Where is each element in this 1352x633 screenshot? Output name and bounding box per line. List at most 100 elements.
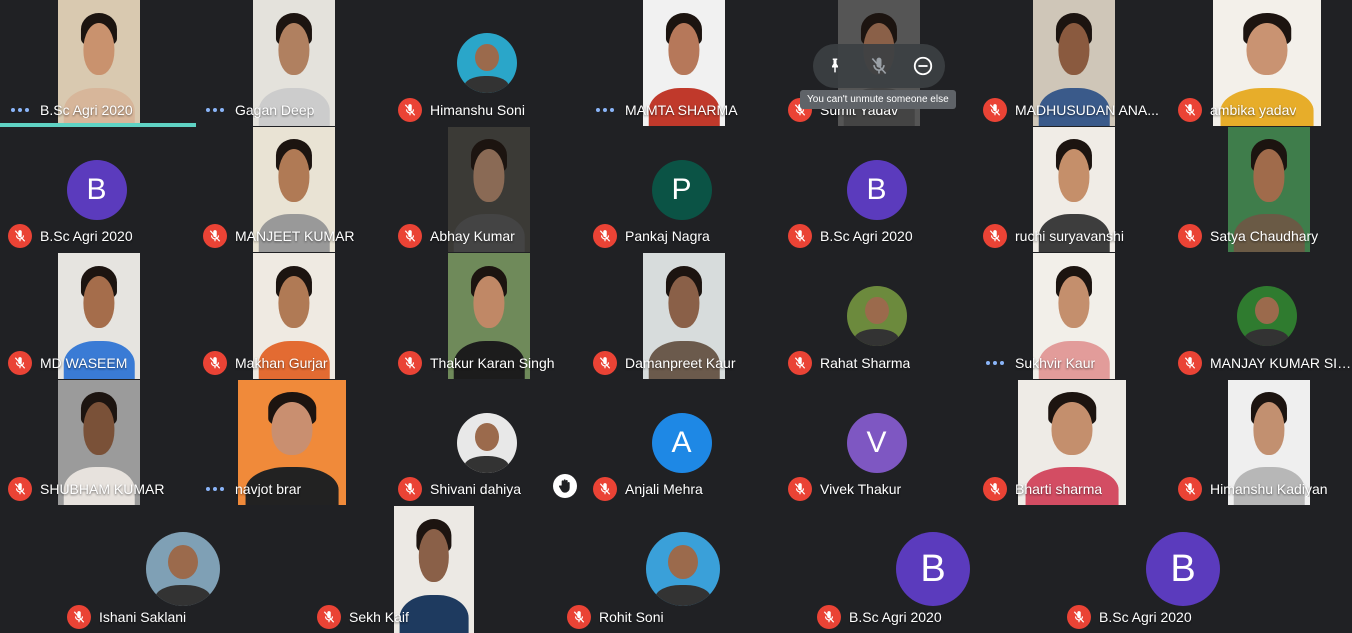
participant-label: Anjali Mehra [593, 477, 703, 501]
participant-name: Ishani Saklani [99, 609, 187, 625]
mic-muted-icon [983, 97, 1007, 122]
participant-tile[interactable]: Satya Chaudhary [1170, 126, 1352, 252]
participant-tile[interactable]: SHUBHAM KUMAR [0, 379, 193, 505]
participant-tile[interactable]: Ishani Saklani [59, 506, 307, 633]
participant-label: Rohit Soni [567, 605, 664, 629]
participant-name: Pankaj Nagra [625, 228, 710, 244]
active-speaker-indicator [0, 123, 196, 127]
participant-label: Makhan Gurjar [203, 350, 328, 375]
avatar [146, 532, 220, 606]
participant-label: Sukhvir Kaur [983, 351, 1095, 375]
mic-muted-icon [788, 477, 812, 501]
participant-tile[interactable]: B B.Sc Agri 2020 [1059, 506, 1307, 633]
participant-label: SHUBHAM KUMAR [8, 477, 164, 501]
participant-tile[interactable]: Sukhvir Kaur [975, 253, 1168, 379]
participant-name: Damanpreet Kaur [625, 354, 736, 371]
mic-muted-icon [593, 477, 617, 501]
raised-hand-icon [553, 474, 577, 498]
participant-label: Shivani dahiya [398, 477, 521, 501]
participant-tile[interactable]: P Pankaj Nagra [585, 126, 778, 252]
participant-tile[interactable]: Damanpreet Kaur [585, 253, 778, 379]
participant-label: Damanpreet Kaur [593, 350, 736, 375]
mic-off-icon[interactable] [865, 52, 893, 80]
mic-muted-icon [1178, 477, 1202, 501]
participant-tile[interactable]: MANJAY KUMAR SIN... [1170, 253, 1352, 379]
mic-muted-icon [398, 97, 422, 122]
avatar [646, 532, 720, 606]
participant-name: Satya Chaudhary [1210, 228, 1319, 244]
participant-tile[interactable]: ambika yadav [1170, 0, 1352, 126]
participant-tile[interactable]: Thakur Karan Singh [390, 253, 583, 379]
participant-tile[interactable]: MD WASEEM [0, 253, 193, 379]
participant-name: Rohit Soni [599, 609, 664, 625]
participant-name: Bharti sharma [1015, 481, 1103, 497]
avatar: B [66, 159, 127, 220]
avatar [1236, 286, 1297, 346]
mic-muted-icon [817, 605, 841, 629]
participant-label: B.Sc Agri 2020 [8, 224, 133, 248]
participant-label: B.Sc Agri 2020 [817, 605, 942, 629]
mic-muted-icon [398, 224, 422, 248]
participant-label: Pankaj Nagra [593, 224, 710, 248]
participant-tile[interactable]: MANJEET KUMAR [195, 126, 388, 252]
participant-label: Rahat Sharma [788, 350, 910, 375]
participant-tile[interactable]: Bharti sharma [975, 379, 1168, 505]
participant-label: Satya Chaudhary [1178, 224, 1318, 248]
participant-hover-controls[interactable] [813, 44, 945, 88]
participant-name: Himanshu Kadiyan [1210, 481, 1328, 497]
speaking-indicator-icon [203, 477, 227, 501]
participant-tile[interactable]: navjot brar [195, 379, 388, 505]
mic-muted-icon [1178, 97, 1202, 122]
participant-tile[interactable]: Rahat Sharma [780, 253, 973, 379]
participant-tile[interactable]: Makhan Gurjar [195, 253, 388, 379]
avatar [846, 286, 907, 346]
participant-name: SHUBHAM KUMAR [40, 481, 165, 497]
avatar: B [896, 532, 970, 606]
participant-name: ambika yadav [1210, 101, 1297, 118]
participant-name: B.Sc Agri 2020 [849, 609, 942, 625]
pin-icon[interactable] [821, 52, 849, 80]
participant-tile[interactable]: Sekh Kaif [309, 506, 557, 633]
participant-tile[interactable]: Gagan Deep [195, 0, 388, 126]
participant-name: Thakur Karan Singh [430, 354, 555, 371]
participant-label: MD WASEEM [8, 350, 127, 375]
mic-muted-icon [1178, 224, 1202, 248]
unmute-tooltip: You can't unmute someone else [800, 90, 956, 109]
participant-label: MAMTA SHARMA [593, 98, 738, 122]
avatar: B [1146, 532, 1220, 606]
mic-muted-icon [203, 350, 227, 375]
participant-tile[interactable]: B B.Sc Agri 2020 [0, 126, 193, 252]
participant-name: Vivek Thakur [820, 481, 902, 497]
mic-muted-icon [1178, 350, 1202, 375]
avatar: P [651, 159, 712, 220]
participant-tile[interactable]: Rohit Soni [559, 506, 807, 633]
participant-tile[interactable]: V Vivek Thakur [780, 379, 973, 505]
participant-tile[interactable]: ruchi suryavanshi [975, 126, 1168, 252]
speaking-indicator-icon [983, 351, 1007, 375]
mic-muted-icon [1067, 605, 1091, 629]
mic-muted-icon [983, 224, 1007, 248]
participant-tile[interactable]: MAMTA SHARMA [585, 0, 778, 126]
remove-icon[interactable] [909, 52, 937, 80]
participant-name: navjot brar [235, 481, 302, 497]
participant-name: MAMTA SHARMA [625, 101, 738, 118]
avatar: A [651, 412, 712, 473]
participant-tile[interactable]: Himanshu Kadiyan [1170, 379, 1352, 505]
mic-muted-icon [8, 350, 32, 375]
speaking-indicator-icon [203, 98, 227, 122]
participant-tile[interactable]: A Anjali Mehra [585, 379, 778, 505]
mic-muted-icon [203, 224, 227, 248]
mic-muted-icon [317, 605, 341, 629]
participant-tile[interactable]: Himanshu Soni [390, 0, 583, 126]
participant-tile[interactable]: Abhay Kumar [390, 126, 583, 252]
participant-tile[interactable]: B B.Sc Agri 2020 [809, 506, 1057, 633]
mic-muted-icon [398, 477, 422, 501]
participant-name: MADHUSUDAN ANA... [1015, 101, 1159, 118]
participant-label: MADHUSUDAN ANA... [983, 97, 1159, 122]
participant-tile[interactable]: MADHUSUDAN ANA... [975, 0, 1168, 126]
participant-label: B.Sc Agri 2020 [8, 98, 133, 122]
participant-name: Sekh Kaif [349, 609, 409, 625]
mic-muted-icon [8, 224, 32, 248]
participant-tile[interactable]: B.Sc Agri 2020 [0, 0, 193, 126]
participant-tile[interactable]: B B.Sc Agri 2020 [780, 126, 973, 252]
